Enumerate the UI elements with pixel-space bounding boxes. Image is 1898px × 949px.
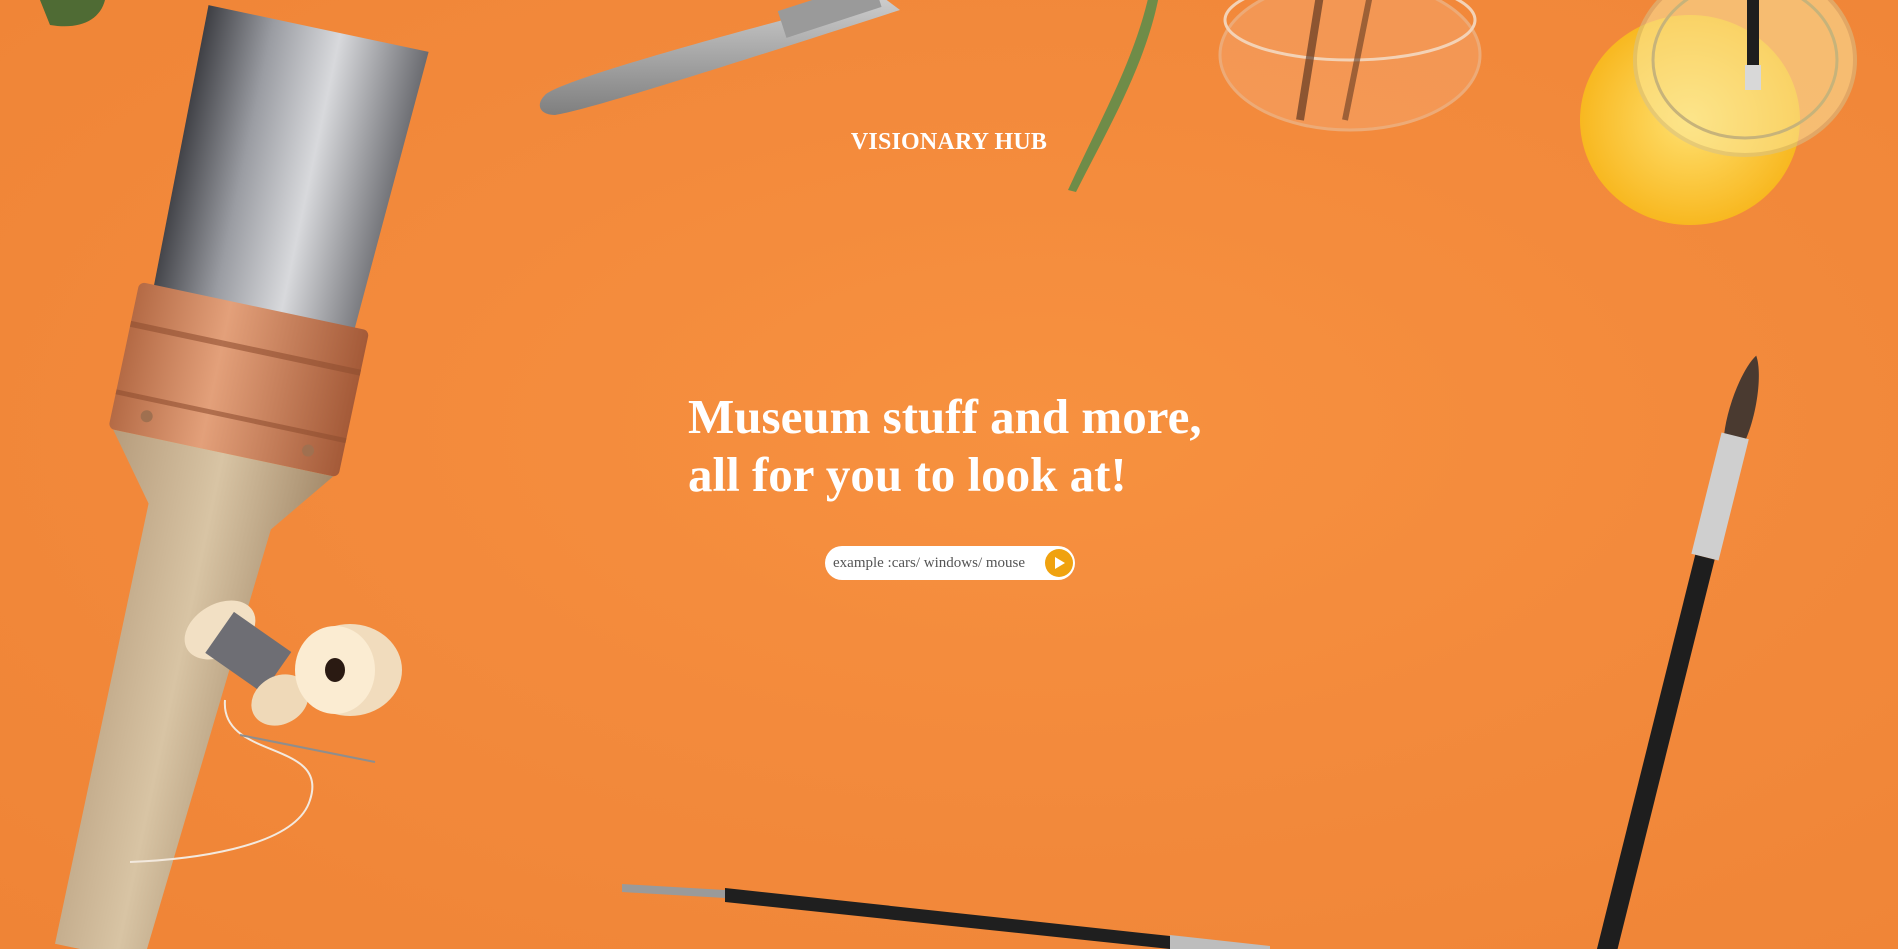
thin-brush-icon [1593, 355, 1759, 949]
search-bar [825, 546, 1075, 580]
play-arrow-icon [1055, 557, 1065, 569]
palette-knife-icon [539, 0, 900, 115]
brand-logo-text[interactable]: VISIONARY HUB [0, 129, 1898, 156]
glass-jar-icon [1218, 0, 1482, 132]
search-input[interactable] [829, 546, 1039, 580]
hero-headline: Museum stuff and more, all for you to lo… [688, 388, 1328, 504]
thin-brush-icon [622, 884, 1270, 949]
search-submit-button[interactable] [1045, 549, 1073, 577]
hero-headline-line-1: Museum stuff and more, [688, 389, 1202, 444]
paint-jar-icon [1580, 0, 1857, 225]
hero-headline-line-2: all for you to look at! [688, 447, 1127, 502]
